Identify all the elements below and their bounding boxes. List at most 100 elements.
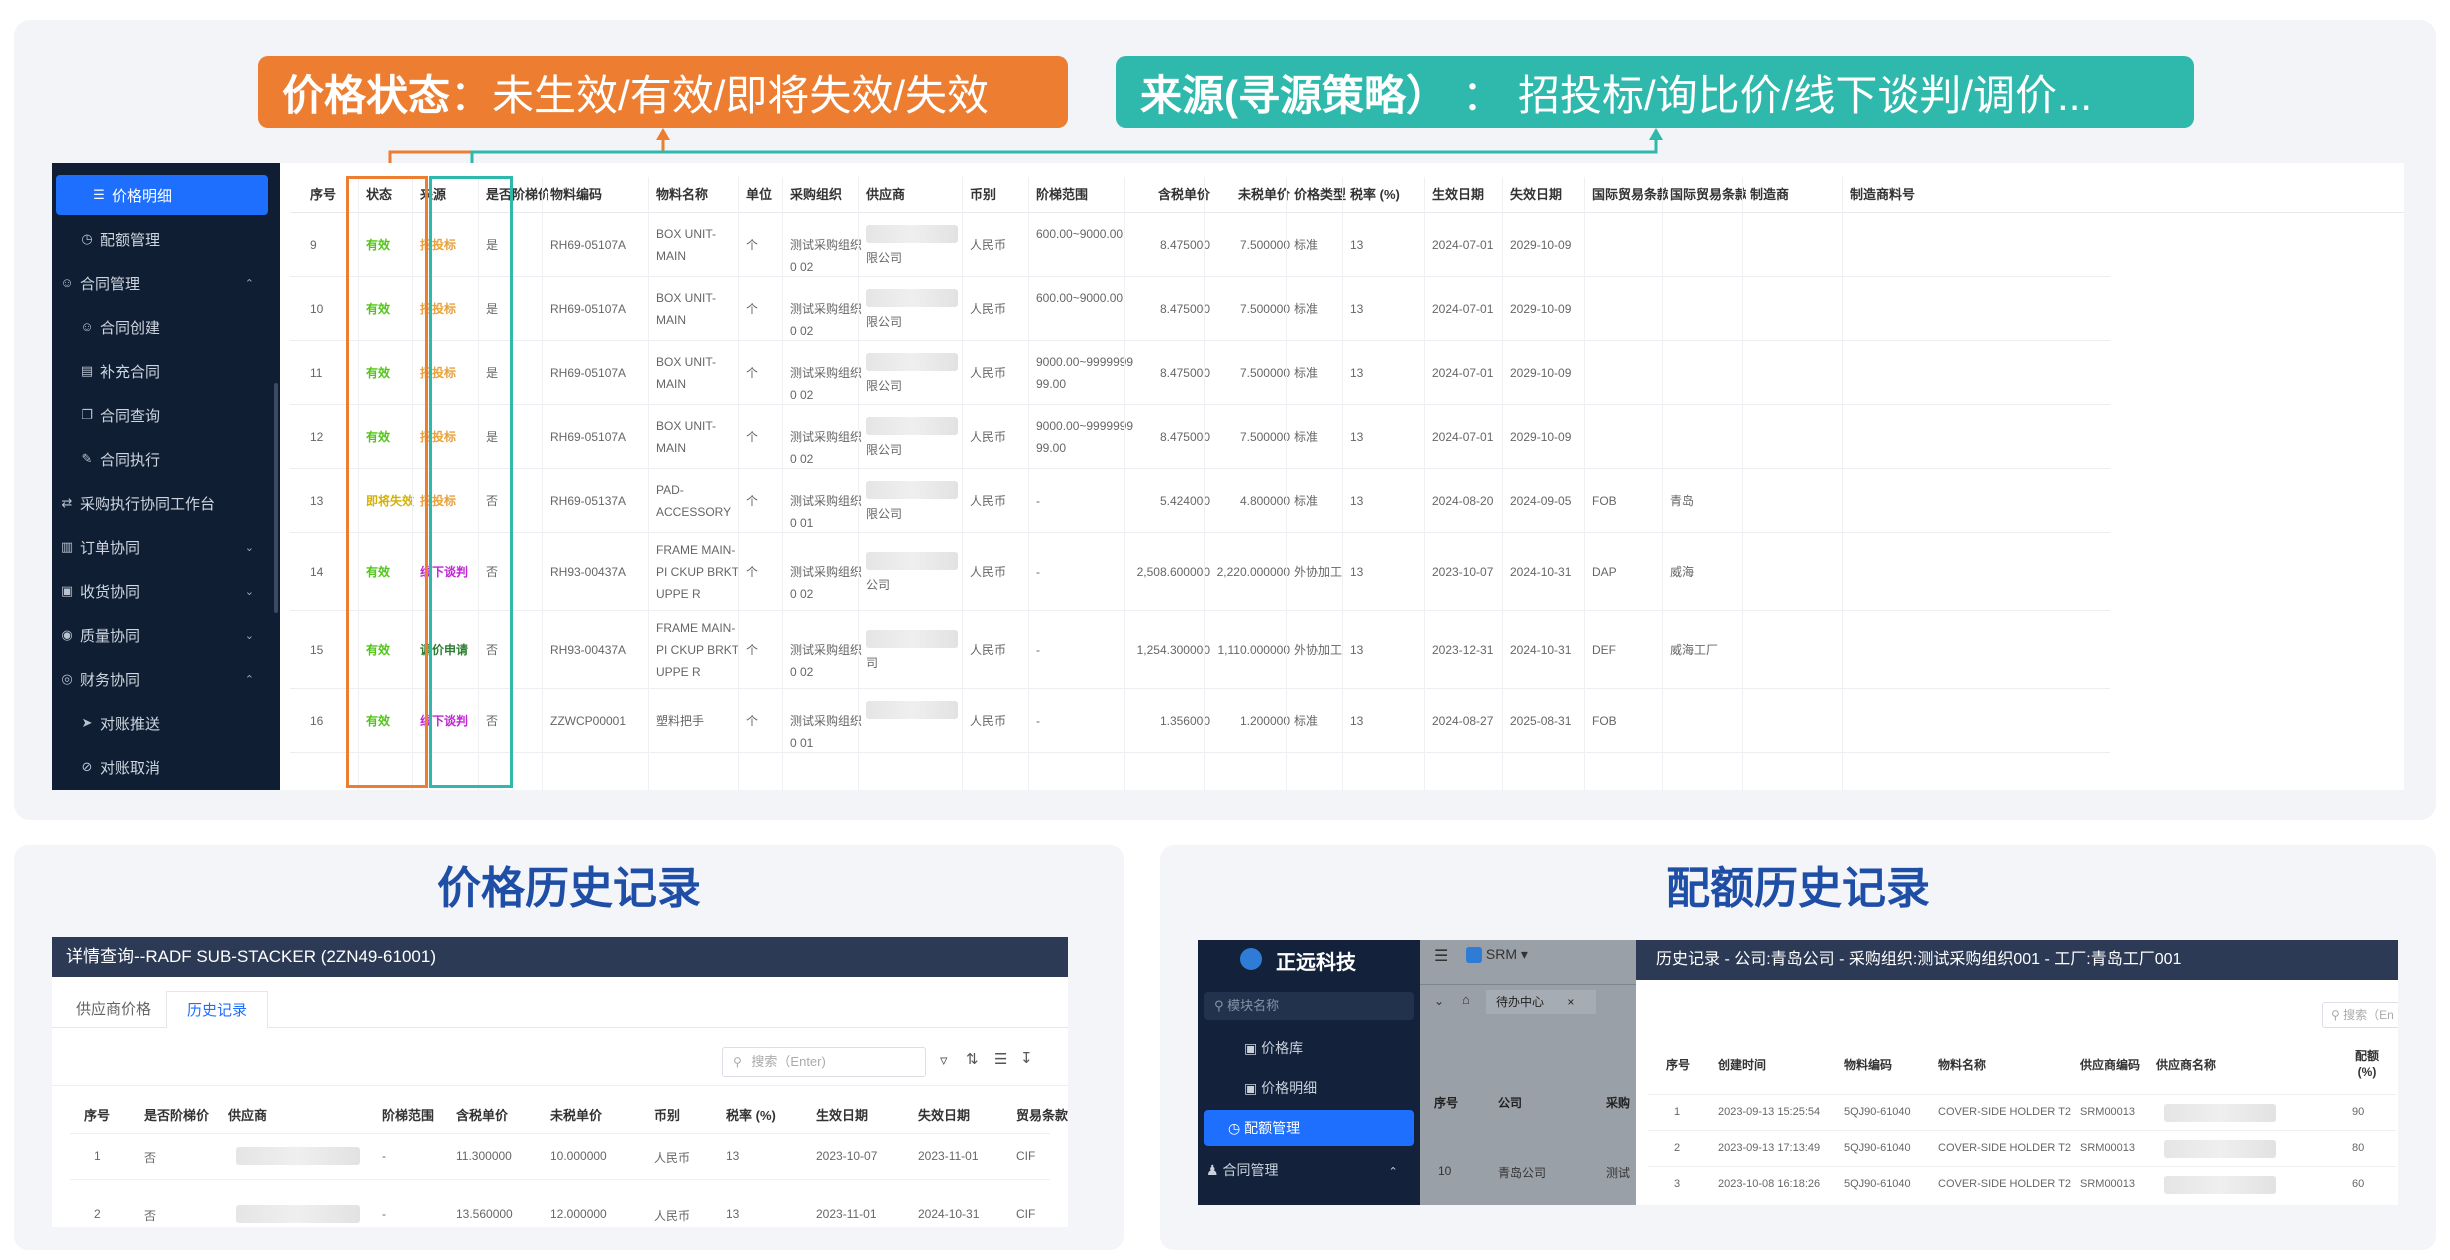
column-header[interactable]: 序号: [1666, 1056, 1690, 1073]
column-header[interactable]: 物料名称: [656, 177, 744, 213]
column-header[interactable]: 贸易条款1: [1016, 1105, 1068, 1124]
column-header[interactable]: 生效日期: [816, 1105, 868, 1124]
table-cell: 2023-10-07: [1432, 565, 1494, 579]
tab-history[interactable]: 历史记录: [166, 991, 269, 1029]
column-header[interactable]: 物料编码: [1844, 1056, 1892, 1073]
sidebar-item-4[interactable]: ▤ 补充合同: [52, 351, 280, 391]
column-header[interactable]: 价格类型: [1294, 177, 1348, 213]
table-cell: 否: [144, 1151, 157, 1165]
sidebar-item-label: 配额管理: [100, 231, 161, 249]
sidebar-item-10[interactable]: ◉ 质量协同 ⌄: [52, 615, 280, 655]
sidebar-item-1[interactable]: ◷ 配额管理: [52, 219, 280, 259]
row-divider: [1648, 1094, 2396, 1095]
tab-todo[interactable]: 待办中心 ×: [1486, 990, 1596, 1014]
menu-label: 合同管理: [1222, 1162, 1279, 1178]
tab-supplier-price[interactable]: 供应商价格: [56, 991, 171, 1029]
column-header[interactable]: 阶梯范围: [382, 1105, 434, 1124]
table-row[interactable]: 9 有效 招投标是 RH69-05107A BOX UNIT-MAIN 个测试采购组织0 …: [290, 213, 2110, 277]
menu-item-contract[interactable]: ♟ 合同管理 ⌃: [1206, 1160, 1398, 1180]
sidebar-item-8[interactable]: ▥ 订单协同 ⌄: [52, 527, 280, 567]
table-cell: 人民币: [970, 714, 1007, 728]
menu-toggle-icon[interactable]: ☰: [1434, 946, 1448, 966]
column-header[interactable]: 单位: [746, 177, 786, 213]
column-header[interactable]: 物料名称: [1938, 1056, 1986, 1073]
table-row[interactable]: 16 有效 线下谈判否 ZZWCP00001 塑料把手个测试采购组织0 01 人民币 -1.…: [290, 689, 2110, 753]
column-header[interactable]: 生效日期: [1432, 177, 1508, 213]
dialog-search-input[interactable]: ⚲ 搜索（En: [2322, 1002, 2398, 1028]
column-header[interactable]: 未税单价: [550, 1105, 602, 1124]
sidebar-item-2[interactable]: ☺ 合同管理 ⌃: [52, 263, 280, 303]
column-header[interactable]: 未税单价: [1212, 177, 1290, 213]
sidebar-scrollbar[interactable]: [274, 383, 278, 613]
redacted-supplier: [866, 353, 958, 371]
download-icon[interactable]: ↧: [1020, 1049, 1033, 1067]
copy-icon: ❐: [81, 407, 93, 422]
column-header[interactable]: 币别: [654, 1105, 680, 1124]
column-header[interactable]: 制造商料号: [1850, 177, 1970, 213]
table-row[interactable]: 13 即将失效 招投标否 RH69-05137A PAD-ACCESSORY 个测试采购组…: [290, 469, 2110, 533]
column-header[interactable]: 失效日期: [918, 1105, 970, 1124]
column-header[interactable]: 税率 (%): [1350, 177, 1428, 213]
table-row[interactable]: 11 有效 招投标是 RH69-05107A BOX UNIT-MAIN 个测试采购组织0…: [290, 341, 2110, 405]
home-icon[interactable]: ⌂: [1462, 992, 1470, 1007]
menu-item-price-detail[interactable]: ▣ 价格明细: [1244, 1078, 1317, 1098]
column-header[interactable]: 供应商: [228, 1105, 267, 1124]
sidebar-item-12[interactable]: ➤ 对账推送: [52, 703, 280, 743]
table-cell: 2024-07-01: [1432, 430, 1494, 444]
sidebar-item-3[interactable]: ☺ 合同创建: [52, 307, 280, 347]
table-cell: -: [1036, 494, 1040, 508]
table-row[interactable]: 10 有效 招投标是 RH69-05107A BOX UNIT-MAIN 个测试采购组织0…: [290, 277, 2110, 341]
chevron-up-icon: ⌃: [1388, 1166, 1398, 1178]
sidebar-item-5[interactable]: ❐ 合同查询: [52, 395, 280, 435]
table-cell: BOX UNIT-MAIN: [656, 227, 717, 263]
column-header[interactable]: 供应商名称: [2156, 1056, 2216, 1073]
column-header[interactable]: 失效日期: [1510, 177, 1590, 213]
source-callout: 来源(寻源策略） ： 招投标/询比价/线下谈判/调价...: [1116, 56, 2194, 128]
sidebar-item-11[interactable]: ◎ 财务协同 ⌃: [52, 659, 280, 699]
table-cell: COVER-SIDE HOLDER T2: [1938, 1178, 2072, 1190]
menu-item-quota[interactable]: ◷ 配额管理: [1204, 1110, 1414, 1146]
column-header[interactable]: 含税单价: [456, 1105, 508, 1124]
dialog-title: 历史记录 - 公司:青岛公司 - 采购组织:测试采购组织001 - 工厂:青岛工…: [1636, 940, 2398, 980]
table-cell: 威海: [1670, 565, 1695, 579]
column-header[interactable]: 制造商: [1750, 177, 1846, 213]
columns-icon[interactable]: ☰: [994, 1050, 1007, 1068]
column-header[interactable]: 阶梯范围: [1036, 177, 1130, 213]
column-header[interactable]: 创建时间: [1718, 1056, 1766, 1073]
table-row[interactable]: 14 有效 线下谈判否 RH93-00437A FRAME MAIN-PI CKUP B…: [290, 533, 2110, 611]
column-header[interactable]: 采购组织: [790, 177, 864, 213]
sort-icon[interactable]: ⇅: [966, 1050, 979, 1068]
table-cell: 司: [866, 656, 879, 670]
sidebar-item-6[interactable]: ✎ 合同执行: [52, 439, 280, 479]
close-icon[interactable]: ×: [1567, 995, 1574, 1009]
sidebar-item-9[interactable]: ▣ 收货协同 ⌄: [52, 571, 280, 611]
column-header[interactable]: 供应商: [866, 177, 966, 213]
module-search-input[interactable]: ⚲ 模块名称: [1204, 992, 1414, 1020]
table-cell: 5QJ90-61040: [1844, 1106, 1911, 1118]
column-header[interactable]: 序号: [84, 1105, 110, 1124]
column-header[interactable]: 物料编码: [550, 177, 650, 213]
chevron-up-icon: ⌃: [244, 277, 254, 290]
column-header[interactable]: 税率 (%): [726, 1105, 776, 1124]
header-divider: [70, 1133, 1050, 1134]
column-header[interactable]: 币别: [970, 177, 1032, 213]
app-switcher[interactable]: SRM ▾: [1466, 946, 1528, 964]
sidebar-item-13[interactable]: ⊘ 对账取消: [52, 747, 280, 787]
column-header[interactable]: 国际贸易条款2: [1670, 177, 1746, 213]
sidebar-item-0[interactable]: ☰ 价格明细: [56, 175, 268, 215]
table-row[interactable]: 12 有效 招投标是 RH69-05107A BOX UNIT-MAIN 个测试采购组织0…: [290, 405, 2110, 469]
table-row[interactable]: 15 有效 调价申请否 RH93-00437A FRAME MAIN-PI CKUP B…: [290, 611, 2110, 689]
menu-item-price-library[interactable]: ▣ 价格库: [1244, 1038, 1303, 1058]
chevron-down-icon[interactable]: ⌄: [1434, 994, 1444, 1008]
column-header[interactable]: 配额 (%): [2352, 1048, 2382, 1080]
column-header[interactable]: 国际贸易条款1: [1592, 177, 1668, 213]
history-dialog: 历史记录 - 公司:青岛公司 - 采购组织:测试采购组织001 - 工厂:青岛工…: [1636, 940, 2398, 1205]
filter-icon[interactable]: ▿: [940, 1051, 948, 1069]
column-header[interactable]: 含税单价: [1132, 177, 1210, 213]
sidebar-item-7[interactable]: ⇄ 采购执行协同工作台: [52, 483, 280, 523]
column-header[interactable]: 是否阶梯价: [144, 1105, 209, 1124]
redacted-supplier: [236, 1205, 360, 1223]
table-cell: 600.00~9000.00: [1036, 227, 1124, 241]
column-header[interactable]: 供应商编码: [2080, 1056, 2140, 1073]
search-input[interactable]: ⚲ 搜索（Enter): [722, 1047, 926, 1077]
